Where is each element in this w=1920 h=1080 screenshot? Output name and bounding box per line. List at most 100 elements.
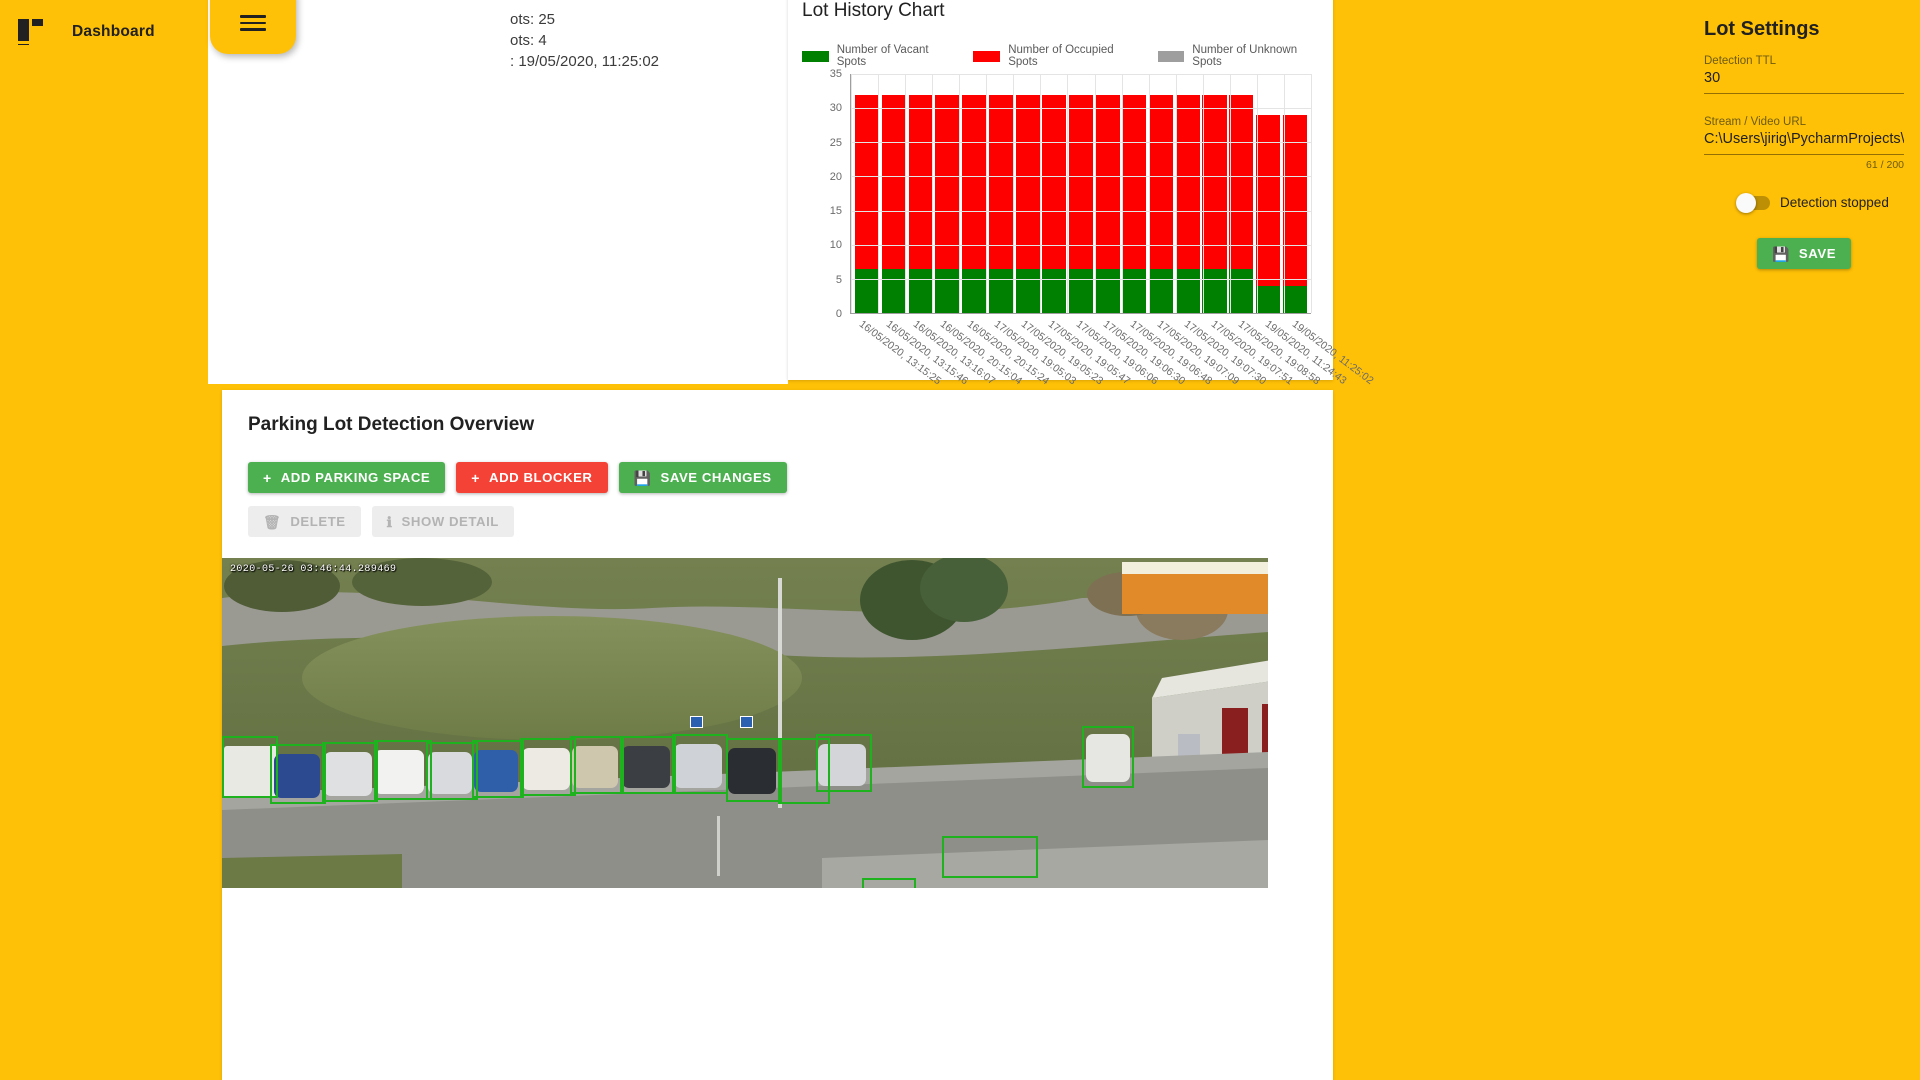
stream-url-input[interactable]: C:\Users\jirig\PycharmProjects\pa	[1704, 131, 1904, 155]
detection-box[interactable]	[620, 736, 676, 794]
detection-box[interactable]	[322, 742, 378, 802]
save-button[interactable]: 💾 SAVE	[1756, 238, 1852, 269]
bar-segment	[1122, 94, 1147, 269]
bar-segment	[935, 268, 960, 313]
gridline	[851, 108, 1311, 110]
legend-item[interactable]: Number of Vacant Spots	[802, 44, 951, 68]
lot-stat-line-2: ots: 4	[510, 32, 547, 49]
chart-bar[interactable]	[935, 74, 960, 313]
detection-box[interactable]	[942, 836, 1038, 878]
detection-box[interactable]	[570, 736, 624, 794]
lot-settings-panel: Lot Settings Detection TTL 30 Stream / V…	[1696, 0, 1920, 1080]
detection-box[interactable]	[672, 734, 728, 794]
detection-ttl-input[interactable]: 30	[1704, 70, 1904, 94]
bar-segment	[988, 94, 1013, 269]
chart-bar[interactable]	[1122, 74, 1147, 313]
detection-toggle-row[interactable]: Detection stopped	[1736, 192, 1904, 213]
y-axis-tick: 35	[829, 68, 842, 80]
detection-box[interactable]	[1082, 726, 1134, 788]
secondary-button-row: 🗑 DELETE ℹ SHOW DETAIL	[248, 506, 1319, 537]
camera-preview[interactable]: 2020-05-26 03:46:44.289469	[222, 558, 1268, 888]
bar-segment	[1095, 268, 1120, 313]
chart-bar[interactable]	[962, 74, 987, 313]
chart-bar[interactable]	[1068, 74, 1094, 313]
legend-swatch	[1157, 50, 1185, 62]
chart-bar[interactable]	[988, 74, 1013, 313]
bar-segment	[1282, 285, 1307, 313]
chart-bar[interactable]	[1255, 74, 1280, 313]
chart-bar[interactable]	[1202, 74, 1227, 313]
bar-segment	[855, 94, 880, 269]
detection-box[interactable]	[520, 738, 576, 796]
detection-box[interactable]	[862, 878, 916, 888]
bar-segment	[1015, 94, 1040, 269]
bar-segment	[1015, 268, 1040, 313]
gridline-vertical	[986, 74, 988, 313]
delete-button: 🗑 DELETE	[248, 506, 361, 537]
bar-segment	[1042, 94, 1067, 269]
gridline-vertical	[959, 74, 961, 313]
parking-sign-icon	[690, 716, 703, 728]
detection-box[interactable]	[472, 740, 524, 798]
chart-legend: Number of Vacant Spots Number of Occupied…	[802, 44, 1319, 68]
button-label: ADD PARKING SPACE	[280, 470, 431, 485]
gridline	[851, 244, 1311, 246]
y-axis-tick: 10	[829, 239, 842, 252]
bar-segment	[1255, 114, 1280, 286]
button-label: SHOW DETAIL	[401, 514, 499, 529]
chart-bar[interactable]	[1229, 74, 1254, 313]
chart-bar[interactable]	[882, 74, 907, 313]
legend-item[interactable]: Number of Occupied Spots	[973, 44, 1135, 68]
gridline-vertical	[1094, 74, 1096, 313]
bar-segment	[988, 268, 1013, 313]
lot-stats-card: ots: 25 ots: 4 : 19/05/2020, 11:25:02	[208, 0, 788, 384]
button-label: DELETE	[290, 514, 346, 529]
bar-segment	[882, 268, 907, 313]
gridline-vertical	[1202, 74, 1204, 313]
chart-bar[interactable]	[1282, 74, 1307, 313]
legend-swatch	[973, 50, 1001, 62]
bar-segment	[1068, 268, 1094, 313]
parking-sign-icon	[740, 716, 753, 728]
detection-box[interactable]	[270, 744, 326, 804]
lot-stat-line-3: : 19/05/2020, 11:25:02	[510, 53, 660, 70]
legend-item[interactable]: Number of Unknown Spots	[1157, 44, 1319, 68]
save-icon: 💾	[1771, 245, 1790, 262]
bar-segment	[1149, 94, 1174, 269]
add-blocker-button[interactable]: + ADD BLOCKER	[456, 462, 608, 493]
chart-bars	[851, 74, 1311, 313]
stream-url-field: Stream / Video URL C:\Users\jirig\Pychar…	[1704, 116, 1904, 171]
plus-icon: +	[263, 469, 272, 486]
detection-toggle[interactable]	[1736, 192, 1770, 213]
bar-segment	[1229, 94, 1254, 269]
info-icon: ℹ	[386, 513, 393, 530]
bar-segment	[1122, 268, 1147, 313]
gridline	[851, 278, 1311, 280]
show-detail-button: ℹ SHOW DETAIL	[371, 506, 514, 537]
bar-segment	[962, 268, 987, 313]
chart-bar[interactable]	[1042, 74, 1067, 313]
chart-bar[interactable]	[855, 74, 880, 313]
y-axis-tick: 30	[829, 102, 842, 115]
detection-box[interactable]	[816, 734, 872, 792]
chart-bar[interactable]	[1015, 74, 1040, 313]
gridline-vertical	[1148, 74, 1150, 313]
chart-bar[interactable]	[1149, 74, 1174, 313]
chart-y-axis: 0 5 10 15 20 25 30 35	[820, 68, 846, 320]
button-label: ADD BLOCKER	[489, 470, 593, 485]
chart-bar[interactable]	[1095, 74, 1120, 313]
detection-ttl-label: Detection TTL	[1704, 55, 1777, 67]
chart-bar[interactable]	[1175, 74, 1200, 313]
legend-label: Number of Vacant Spots	[836, 44, 929, 68]
detection-box[interactable]	[426, 742, 478, 800]
bar-segment	[882, 94, 907, 269]
detection-box[interactable]	[374, 740, 432, 800]
gridline-vertical	[905, 74, 907, 313]
save-changes-button[interactable]: 💾 SAVE CHANGES	[618, 462, 787, 493]
trash-icon: 🗑	[263, 513, 282, 530]
add-parking-space-button[interactable]: + ADD PARKING SPACE	[248, 462, 446, 493]
detection-box[interactable]	[726, 738, 782, 802]
y-axis-tick: 20	[829, 170, 842, 183]
hamburger-menu-icon[interactable]	[210, 0, 296, 54]
chart-bar[interactable]	[908, 74, 933, 313]
